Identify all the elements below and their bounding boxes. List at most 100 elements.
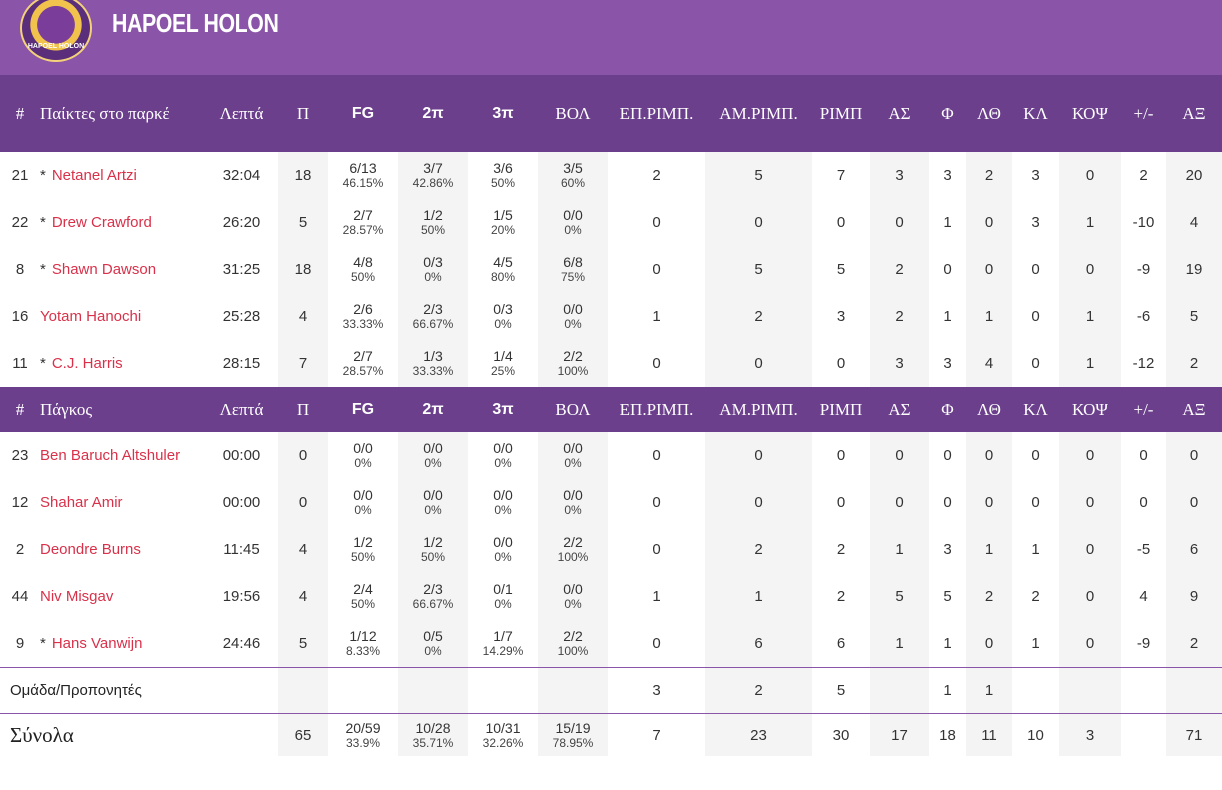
cell-dreb: 1 xyxy=(705,573,812,620)
player-row: 9 * Hans Vanwijn 24:46 5 1/12 8.33% 0/5 0% 1/7 14.… xyxy=(0,620,1222,668)
player-name-link[interactable]: Deondre Burns xyxy=(40,526,205,573)
cell-stl: 0 xyxy=(1031,261,1040,278)
cell-min: 00:00 xyxy=(222,447,261,464)
header-oreb[interactable]: ΕΠ.ΡΙΜΠ. xyxy=(608,75,705,152)
header-ast[interactable]: ΑΣ xyxy=(870,387,929,432)
player-name[interactable]: Shahar Amir xyxy=(40,494,123,511)
player-name-link[interactable]: Niv Misgav xyxy=(40,573,205,620)
header-pts[interactable]: Π xyxy=(278,387,328,432)
header-val[interactable]: ΑΞ xyxy=(1166,387,1222,432)
cell-fg: 2/7 28.57% xyxy=(328,199,398,246)
fg-made-attempted: 1/12 xyxy=(349,628,377,644)
player-name[interactable]: Niv Misgav xyxy=(40,588,113,605)
ft-made-attempted: 0/0 xyxy=(563,581,583,597)
player-name[interactable]: Yotam Hanochi xyxy=(40,308,141,325)
player-row: 23 Ben Baruch Altshuler 00:00 0 0/0 0% 0/0 0% 0/… xyxy=(0,432,1222,479)
player-name[interactable]: Deondre Burns xyxy=(40,541,141,558)
cell-pts: 0 xyxy=(278,479,328,526)
ft-made-attempted: 15/19 xyxy=(555,719,591,736)
header-stl[interactable]: ΚΛ xyxy=(1012,75,1059,152)
header-num[interactable]: # xyxy=(0,75,40,152)
team_row-cell-dreb: 2 xyxy=(705,667,812,714)
header-reb[interactable]: ΡΙΜΠ xyxy=(812,387,870,432)
cell-oreb: 0 xyxy=(652,494,661,511)
header-ft[interactable]: ΒΟΛ xyxy=(538,75,608,152)
header-p2[interactable]: 2π xyxy=(398,387,468,432)
player-name-link[interactable]: * Drew Crawford xyxy=(40,199,205,246)
header-fg[interactable]: FG xyxy=(328,75,398,152)
cell-fg: 1/12 8.33% xyxy=(328,620,398,668)
p3-percentage: 0% xyxy=(494,317,512,331)
cell-ft: 2/2 100% xyxy=(538,340,608,387)
ft-percentage: 0% xyxy=(564,317,582,331)
header-cut[interactable]: ΚΟΨ xyxy=(1059,387,1121,432)
totals-label: Σύνολα xyxy=(0,713,278,756)
player-name-link[interactable]: * Hans Vanwijn xyxy=(40,620,205,668)
player-name-link[interactable]: Ben Baruch Altshuler xyxy=(40,432,205,479)
cell-pm: 0 xyxy=(1139,494,1148,511)
header-pts[interactable]: Π xyxy=(278,75,328,152)
fg-percentage: 46.15% xyxy=(342,176,384,190)
cell-p2: 0/0 0% xyxy=(398,432,468,479)
player-name[interactable]: Hans Vanwijn xyxy=(52,635,143,652)
player-name-link[interactable]: * C.J. Harris xyxy=(40,340,205,387)
player-name[interactable]: Ben Baruch Altshuler xyxy=(40,447,180,464)
header-dreb[interactable]: ΑΜ.ΡΙΜΠ. xyxy=(705,387,812,432)
p3-made-attempted: 1/7 xyxy=(493,628,513,644)
header-pm[interactable]: +/- xyxy=(1121,387,1166,432)
header-dreb[interactable]: ΑΜ.ΡΙΜΠ. xyxy=(705,75,812,152)
player-row: 11 * C.J. Harris 28:15 7 2/7 28.57% 1/3 33.33% 1/… xyxy=(0,340,1222,387)
cell-to: 2 xyxy=(966,152,1012,199)
header-oreb[interactable]: ΕΠ.ΡΙΜΠ. xyxy=(608,387,705,432)
cell-pm: -10 xyxy=(1132,214,1155,231)
p3-made-attempted: 3/6 xyxy=(493,160,513,176)
cell-pm: -9 xyxy=(1136,261,1151,278)
player-name-link[interactable]: Shahar Amir xyxy=(40,479,205,526)
totals-cell-reb: 30 xyxy=(812,713,870,756)
fg-percentage: 0% xyxy=(354,503,372,517)
cell-min: 24:46 xyxy=(222,635,261,652)
header-pm[interactable]: +/- xyxy=(1121,75,1166,152)
cell-ast: 3 xyxy=(870,340,929,387)
ft-made-attempted: 2/2 xyxy=(563,534,583,550)
header-fg[interactable]: FG xyxy=(328,387,398,432)
p2-made-attempted: 1/3 xyxy=(423,348,443,364)
totals-cell-pm xyxy=(1121,713,1166,756)
header-min[interactable]: Λεπτά xyxy=(205,75,278,152)
cell-blk: 1 xyxy=(943,214,952,231)
player-name-link[interactable]: * Shawn Dawson xyxy=(40,246,205,293)
header-num[interactable]: # xyxy=(0,387,40,432)
player-name-link[interactable]: * Netanel Artzi xyxy=(40,152,205,199)
cell-stl: 0 xyxy=(1031,494,1040,511)
player-name[interactable]: C.J. Harris xyxy=(52,355,123,372)
header-to[interactable]: ΛΘ xyxy=(966,387,1012,432)
header-p2[interactable]: 2π xyxy=(398,75,468,152)
header-reb[interactable]: ΡΙΜΠ xyxy=(812,75,870,152)
p2-made-attempted: 2/3 xyxy=(423,301,443,317)
header-to[interactable]: ΛΘ xyxy=(966,75,1012,152)
header-cut[interactable]: ΚΟΨ xyxy=(1059,75,1121,152)
header-stl[interactable]: ΚΛ xyxy=(1012,387,1059,432)
cell-p2: 1/2 50% xyxy=(398,199,468,246)
team_row-cell-oreb: 3 xyxy=(608,667,705,714)
player-name-link[interactable]: Yotam Hanochi xyxy=(40,293,205,340)
cell-num: 8 xyxy=(15,261,25,278)
cell-p3: 4/5 80% xyxy=(468,246,538,293)
cell-p3: 0/0 0% xyxy=(468,526,538,573)
header-min[interactable]: Λεπτά xyxy=(205,387,278,432)
header-val[interactable]: ΑΞ xyxy=(1166,75,1222,152)
player-name[interactable]: Netanel Artzi xyxy=(52,167,137,184)
header-ft[interactable]: ΒΟΛ xyxy=(538,387,608,432)
header-blk[interactable]: Φ xyxy=(929,387,966,432)
player-name[interactable]: Drew Crawford xyxy=(52,214,152,231)
player-row: 22 * Drew Crawford 26:20 5 2/7 28.57% 1/2 50% 1/5… xyxy=(0,199,1222,246)
header-blk[interactable]: Φ xyxy=(929,75,966,152)
cell-p2: 2/3 66.67% xyxy=(398,573,468,620)
header-p3[interactable]: 3π xyxy=(468,387,538,432)
totals-cell-fg: 20/59 33.9% xyxy=(328,713,398,756)
cell-ast: 0 xyxy=(870,199,929,246)
header-ast[interactable]: ΑΣ xyxy=(870,75,929,152)
player-name[interactable]: Shawn Dawson xyxy=(52,261,156,278)
header-p3[interactable]: 3π xyxy=(468,75,538,152)
cell-dreb: 0 xyxy=(705,199,812,246)
